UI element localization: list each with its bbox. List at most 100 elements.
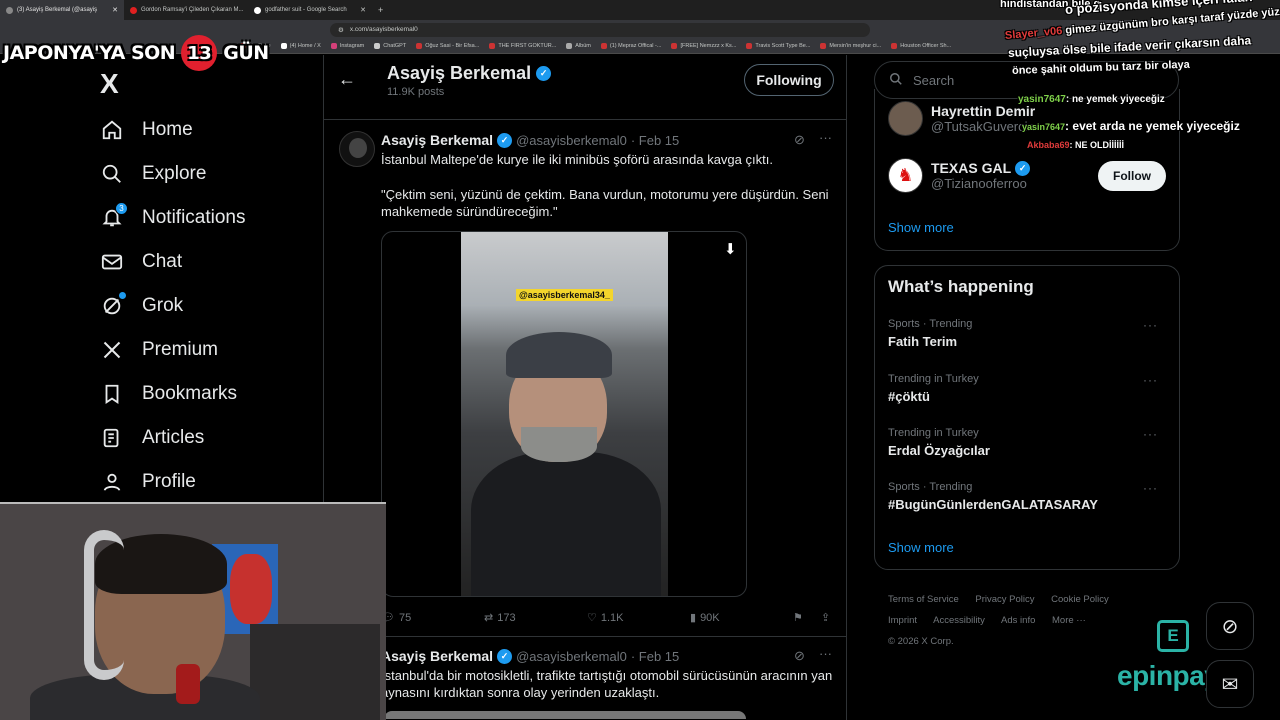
nav-item-grok[interactable]: Grok [100, 291, 183, 321]
bookmark-item[interactable]: Instagram [330, 43, 364, 49]
nav-item-home[interactable]: Home [100, 115, 193, 145]
browser-tab[interactable]: Gordon Ramsay'i Çileden Çıkaran M...✕ [124, 0, 248, 20]
bookmark-item[interactable]: Travis Scott Type Be... [746, 43, 810, 49]
video-person-body [471, 452, 661, 596]
footer-link[interactable]: Privacy Policy [975, 594, 1034, 605]
grok-button[interactable]: ⊘ [1206, 602, 1254, 650]
footer-link[interactable]: Ads info [1001, 615, 1035, 626]
more-options-icon[interactable]: ··· [1143, 373, 1158, 387]
sponsor-name: epinpay [1117, 660, 1220, 691]
tweet-video[interactable]: @asayisberkemal34_ ⬇ [381, 231, 747, 597]
following-button[interactable]: Following [744, 64, 834, 96]
profile-header: ← Asayiş Berkemal ✓ 11.9K posts Followin… [324, 55, 846, 105]
bookmark-item[interactable]: [FREE] Nemzzz x Ks... [671, 43, 736, 49]
bookmark-item[interactable]: Mersin'in meşhur ci... [820, 43, 881, 49]
microphone [176, 664, 200, 704]
footer-more-link[interactable]: More ··· [1052, 615, 1086, 626]
tweet[interactable]: Asayiş Berkemal ✓ @asayisberkemal0 · Feb… [324, 121, 846, 637]
bookmark-icon [100, 382, 124, 406]
nav-item-notifications[interactable]: 3 Notifications [100, 202, 246, 233]
tweet-author[interactable]: Asayiş Berkemal ✓ @asayisberkemal0 · Feb… [381, 132, 679, 148]
close-tab-icon[interactable]: ✕ [360, 6, 366, 14]
bookmark-favicon-icon [330, 43, 337, 49]
follow-suggestion[interactable]: ♞ TEXAS GAL ✓ @Tizianooferroo [888, 158, 1031, 193]
x-logo[interactable]: X [100, 68, 119, 100]
footer-link[interactable]: Cookie Policy [1051, 594, 1109, 605]
views-button[interactable]: ▮ 90K [690, 611, 793, 625]
more-options-icon[interactable]: ··· [1143, 481, 1158, 495]
nav-label: Chat [142, 251, 183, 272]
share-button[interactable]: ⇪ [821, 611, 830, 624]
trend-item[interactable]: Sports · Trending #BugünGünlerdenGALATAS… [888, 481, 1168, 512]
video-watermark: @asayisberkemal34_ [516, 289, 613, 301]
folder-icon [566, 43, 573, 49]
bookmark-item[interactable]: THE FIRST GOKTUR... [489, 43, 556, 49]
bookmark-item[interactable]: Albüm [566, 43, 591, 49]
nav-item-bookmarks[interactable]: Bookmarks [100, 379, 237, 409]
more-options-icon[interactable]: ··· [1143, 427, 1158, 441]
trend-item[interactable]: Trending in Turkey #çöktü ··· [888, 373, 1168, 404]
back-arrow-icon[interactable]: ← [338, 69, 356, 90]
site-info-icon[interactable]: ⚙ [338, 26, 344, 34]
like-button[interactable]: ♡ 1.1K [587, 611, 690, 625]
nav-item-explore[interactable]: Explore [100, 159, 206, 189]
video-frame[interactable]: @asayisberkemal34_ [461, 232, 668, 596]
bookmark-item[interactable]: ChatGPT [374, 43, 406, 49]
footer-link[interactable]: Terms of Service [888, 594, 959, 605]
profile-timeline[interactable]: ← Asayiş Berkemal ✓ 11.9K posts Followin… [323, 55, 847, 720]
avatar[interactable] [339, 131, 375, 167]
bookmark-favicon-icon [820, 43, 827, 49]
bookmark-item[interactable]: Oğuz Sasi - Bir Efsa... [416, 43, 479, 49]
nav-item-chat[interactable]: Chat [100, 247, 182, 277]
suggestion-handle: @Tizianooferroo [931, 176, 1027, 191]
tweet-media-preview[interactable] [384, 711, 746, 719]
nav-item-profile[interactable]: Profile [100, 467, 196, 497]
grok-explain-icon[interactable]: ⊘ [794, 648, 805, 664]
nav-item-articles[interactable]: Articles [100, 423, 204, 453]
avatar [888, 101, 923, 136]
more-options-icon[interactable]: ··· [1143, 318, 1158, 332]
download-icon[interactable]: ⬇ [724, 240, 737, 258]
bookmark-label: Mersin'in meşhur ci... [829, 43, 882, 49]
google-favicon-icon [254, 6, 261, 14]
browser-tab-active[interactable]: (3) Asayiş Berkemal (@asayiş ✕ [0, 0, 124, 20]
follow-suggestion[interactable]: Hayrettin Demir @TutsakGuvercin [888, 101, 1035, 136]
footer-link[interactable]: Accessibility [933, 615, 985, 626]
trend-context: Sports · Trending [888, 481, 973, 493]
bookmark-favicon-icon [746, 43, 753, 49]
tweet-text: İstanbul'da bir motosikletli, trafikte t… [381, 668, 833, 700]
close-tab-icon[interactable]: ✕ [112, 6, 118, 14]
banner-suffix: GÜN [223, 42, 269, 64]
suggestion-name: Hayrettin Demir [931, 103, 1036, 119]
reply-button[interactable]: 💬︎ 75 [381, 611, 484, 625]
grok-explain-icon[interactable]: ⊘ [794, 132, 805, 148]
verified-badge-icon: ✓ [497, 132, 513, 148]
trends-show-more-link[interactable]: Show more [888, 540, 954, 555]
url-field[interactable]: ⚙ x.com/asayisberkemal0 [330, 22, 870, 37]
more-options-icon[interactable]: ··· [819, 130, 832, 145]
more-options-icon[interactable]: ··· [819, 646, 832, 661]
tab-title: (3) Asayiş Berkemal (@asayiş [17, 7, 98, 13]
chat-text: evet arda ne yemek yiyeceğiz [1072, 119, 1240, 133]
repost-button[interactable]: ⇄ 173 [484, 611, 587, 625]
bookmark-button[interactable]: ⚑ [793, 611, 821, 624]
post-count: 11.9K posts [387, 86, 445, 98]
new-tab-button[interactable]: + [378, 5, 383, 15]
tweet[interactable]: Asayiş Berkemal ✓ @asayisberkemal0 · Feb… [324, 637, 846, 720]
trend-item[interactable]: Sports · Trending Fatih Terim ··· [888, 318, 1168, 349]
show-more-link[interactable]: Show more [888, 220, 954, 235]
tweet-author[interactable]: Asayiş Berkemal ✓ @asayisberkemal0 · Feb… [381, 648, 679, 664]
bookmark-item[interactable]: (4) Home / X [280, 43, 321, 49]
url-text: x.com/asayisberkemal0 [349, 26, 418, 33]
trend-item[interactable]: Trending in Turkey Erdal Özyağcılar ··· [888, 427, 1168, 458]
follow-button[interactable]: Follow [1098, 161, 1166, 191]
browser-tab[interactable]: godfather suit - Google Search ✕ [248, 0, 372, 20]
search-icon [889, 72, 903, 89]
footer-link[interactable]: Imprint [888, 615, 917, 626]
countdown-banner: JAPONYA'YA SON 13 GÜN [3, 35, 269, 71]
nav-item-premium[interactable]: Premium [100, 335, 218, 365]
bookmark-item[interactable]: (1) Mepraz Offical -... [600, 43, 661, 49]
bookmark-item[interactable]: Houston Officer Sh... [891, 43, 951, 49]
messages-button[interactable]: ✉ [1206, 660, 1254, 708]
tweet-actions: 💬︎ 75 ⇄ 173 ♡ 1.1K ▮ 90K ⚑ ⇪ [381, 611, 841, 625]
